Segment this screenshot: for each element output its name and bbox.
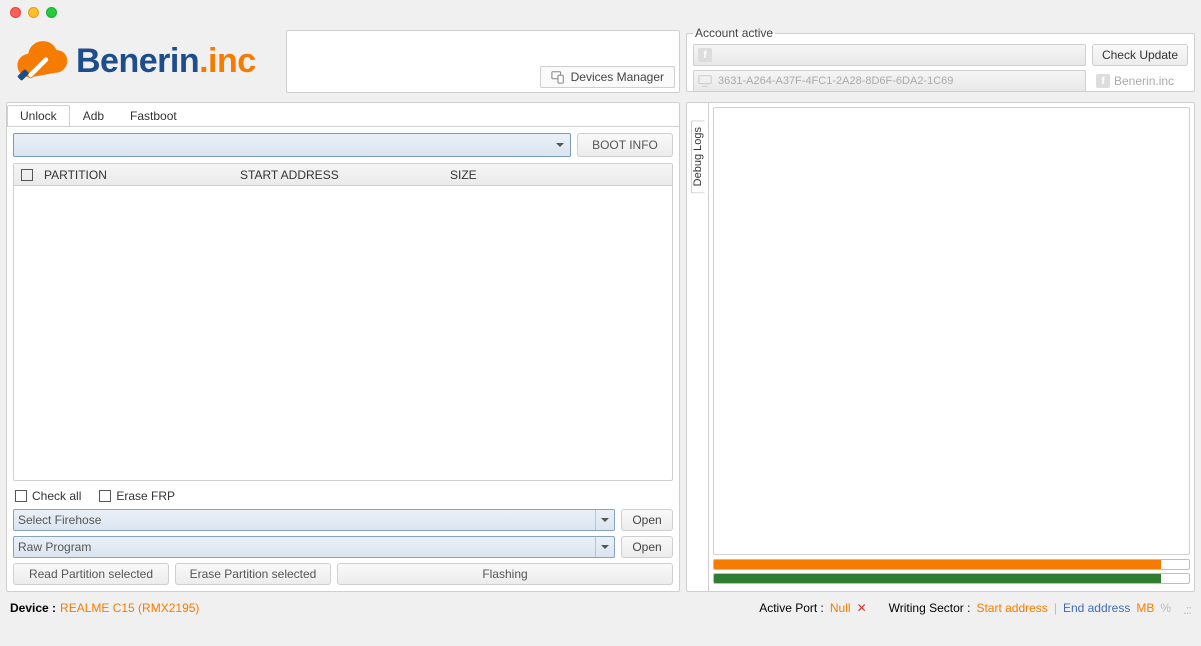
header-left: Benerin.inc Devices Manager [6, 24, 680, 98]
open-raw-button[interactable]: Open [621, 536, 673, 558]
select-firehose-combo[interactable]: Select Firehose [13, 509, 615, 531]
check-all-checkbox[interactable]: Check all [15, 489, 81, 503]
tab-debug-logs[interactable]: Debug Logs [691, 120, 705, 193]
raw-program-combo[interactable]: Raw Program [13, 536, 615, 558]
progress-area [713, 559, 1190, 587]
pct-label: % [1160, 601, 1171, 615]
facebook-icon: f [1096, 74, 1110, 88]
devices-manager-button[interactable]: Devices Manager [540, 66, 675, 88]
open-firehose-button[interactable]: Open [621, 509, 673, 531]
logo-text: Benerin.inc [76, 42, 256, 81]
progress-bar-2 [713, 573, 1190, 584]
account-fieldset: Account active f Check Update 3631-A264-… [686, 26, 1195, 92]
account-legend: Account active [693, 26, 775, 40]
mb-label: MB [1136, 601, 1154, 615]
start-address: Start address [976, 601, 1047, 615]
debug-vtab-strip: Debug Logs [687, 103, 709, 591]
facebook-icon: f [698, 48, 712, 62]
active-port-value: Null [830, 601, 851, 615]
read-partition-button[interactable]: Read Partition selected [13, 563, 169, 585]
tab-fastboot[interactable]: Fastboot [117, 105, 190, 127]
erase-partition-button[interactable]: Erase Partition selected [175, 563, 331, 585]
active-port-label: Active Port : [759, 601, 824, 615]
col-start-address[interactable]: START ADDRESS [240, 168, 450, 182]
devices-icon [551, 70, 565, 84]
device-id-text: 3631-A264-A37F-4FC1-2A28-8D6F-6DA2-1C69 [718, 75, 953, 87]
tab-adb[interactable]: Adb [70, 105, 117, 127]
options-row: Check all Erase FRP [13, 487, 673, 509]
col-size[interactable]: SIZE [450, 168, 672, 182]
table-header: PARTITION START ADDRESS SIZE [14, 164, 672, 186]
tab-unlock[interactable]: Unlock [7, 105, 70, 127]
device-select-combo[interactable] [13, 133, 571, 157]
header-check-all[interactable] [21, 169, 33, 181]
header-right: Account active f Check Update 3631-A264-… [686, 24, 1195, 98]
close-port-icon[interactable]: ✕ [857, 601, 867, 615]
minimize-dot[interactable] [28, 7, 39, 18]
action-buttons: Read Partition selected Erase Partition … [13, 563, 673, 585]
monitor-icon [698, 74, 712, 88]
app-logo: Benerin.inc [6, 26, 286, 96]
resize-grip-icon[interactable] [1177, 601, 1191, 615]
status-bar: Device : REALME C15 (RMX2195) Active Por… [0, 596, 1201, 620]
separator: | [1054, 601, 1057, 615]
progress-bar-1 [713, 559, 1190, 570]
account-device-id-input[interactable]: 3631-A264-A37F-4FC1-2A28-8D6F-6DA2-1C69 [693, 70, 1086, 92]
close-dot[interactable] [10, 7, 21, 18]
tab-body-unlock: BOOT INFO PARTITION START ADDRESS SIZE C… [7, 127, 679, 591]
debug-body [709, 103, 1194, 591]
debug-log-textarea[interactable] [713, 107, 1190, 555]
screwdriver-cloud-icon [12, 32, 70, 90]
account-social-input[interactable]: f [693, 44, 1086, 66]
maximize-dot[interactable] [46, 7, 57, 18]
flashing-button[interactable]: Flashing [337, 563, 673, 585]
right-panel: Debug Logs [686, 102, 1195, 592]
account-brand-link[interactable]: f Benerin.inc [1092, 70, 1188, 92]
boot-info-button[interactable]: BOOT INFO [577, 133, 673, 157]
main: Unlock Adb Fastboot BOOT INFO PARTITION … [0, 98, 1201, 596]
col-partition[interactable]: PARTITION [40, 168, 240, 182]
header: Benerin.inc Devices Manager Account acti… [0, 24, 1201, 98]
partition-table: PARTITION START ADDRESS SIZE [13, 163, 673, 481]
left-panel: Unlock Adb Fastboot BOOT INFO PARTITION … [6, 102, 680, 592]
erase-frp-checkbox[interactable]: Erase FRP [99, 489, 175, 503]
tab-strip: Unlock Adb Fastboot [7, 103, 679, 127]
end-address: End address [1063, 601, 1130, 615]
table-body-empty [14, 186, 672, 480]
device-prefix: Device : [10, 601, 56, 615]
titlebar [0, 0, 1201, 24]
devices-manager-panel: Devices Manager [286, 30, 680, 93]
writing-sector-label: Writing Sector : [889, 601, 971, 615]
device-name: REALME C15 (RMX2195) [60, 601, 199, 615]
check-update-button[interactable]: Check Update [1092, 44, 1188, 66]
devices-manager-label: Devices Manager [571, 70, 664, 84]
